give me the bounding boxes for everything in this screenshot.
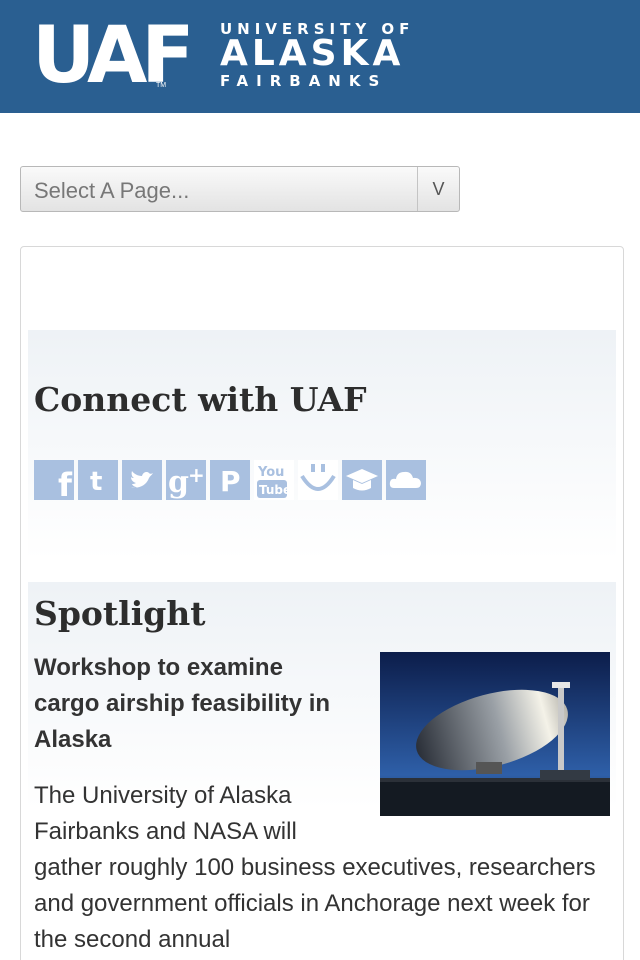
page-select-value: Select A Page... bbox=[34, 178, 190, 203]
facebook-icon[interactable]: f bbox=[34, 460, 74, 500]
tumblr-icon[interactable]: t bbox=[78, 460, 118, 500]
svg-text:+: + bbox=[188, 463, 205, 487]
spotlight-headline-link[interactable]: Workshop to examine cargo airship feasib… bbox=[34, 650, 334, 758]
chevron-down-icon[interactable]: V bbox=[417, 167, 459, 211]
graduation-cap-icon[interactable] bbox=[342, 460, 382, 500]
site-header: UAF TM UNIVERSITY OF ALASKA FAIRBANKS bbox=[0, 0, 640, 113]
pinterest-icon[interactable]: P bbox=[210, 460, 250, 500]
smile-icon[interactable] bbox=[298, 460, 338, 500]
svg-text:Tube: Tube bbox=[259, 483, 291, 497]
social-icons: f t g + P You Tube bbox=[34, 460, 430, 500]
svg-text:f: f bbox=[58, 466, 73, 500]
logo-line-3: FAIRBANKS bbox=[220, 72, 388, 90]
cloud-icon[interactable] bbox=[386, 460, 426, 500]
page-select-dropdown[interactable]: Select A Page... V bbox=[20, 166, 460, 212]
twitter-icon[interactable] bbox=[122, 460, 162, 500]
svg-text:You: You bbox=[257, 465, 284, 480]
svg-text:g: g bbox=[168, 465, 189, 500]
connect-section: Connect with UAF f t g + P You Tube bbox=[28, 330, 616, 560]
uaf-logo[interactable]: UAF TM UNIVERSITY OF ALASKA FAIRBANKS bbox=[32, 17, 409, 95]
youtube-icon[interactable]: You Tube bbox=[254, 460, 294, 500]
logo-trademark: TM bbox=[156, 82, 167, 89]
spotlight-title: Spotlight bbox=[34, 594, 206, 633]
spotlight-section: Spotlight Workshop to examine cargo airs… bbox=[28, 582, 616, 960]
svg-text:t: t bbox=[90, 467, 102, 497]
spotlight-body: The University of Alaska Fairbanks and NA… bbox=[34, 782, 596, 953]
uaf-logo-mark: UAF TM bbox=[32, 17, 195, 95]
connect-title: Connect with UAF bbox=[34, 380, 367, 419]
google-plus-icon[interactable]: g + bbox=[166, 460, 206, 500]
svg-text:P: P bbox=[220, 465, 241, 498]
logo-line-2: ALASKA bbox=[220, 33, 405, 74]
